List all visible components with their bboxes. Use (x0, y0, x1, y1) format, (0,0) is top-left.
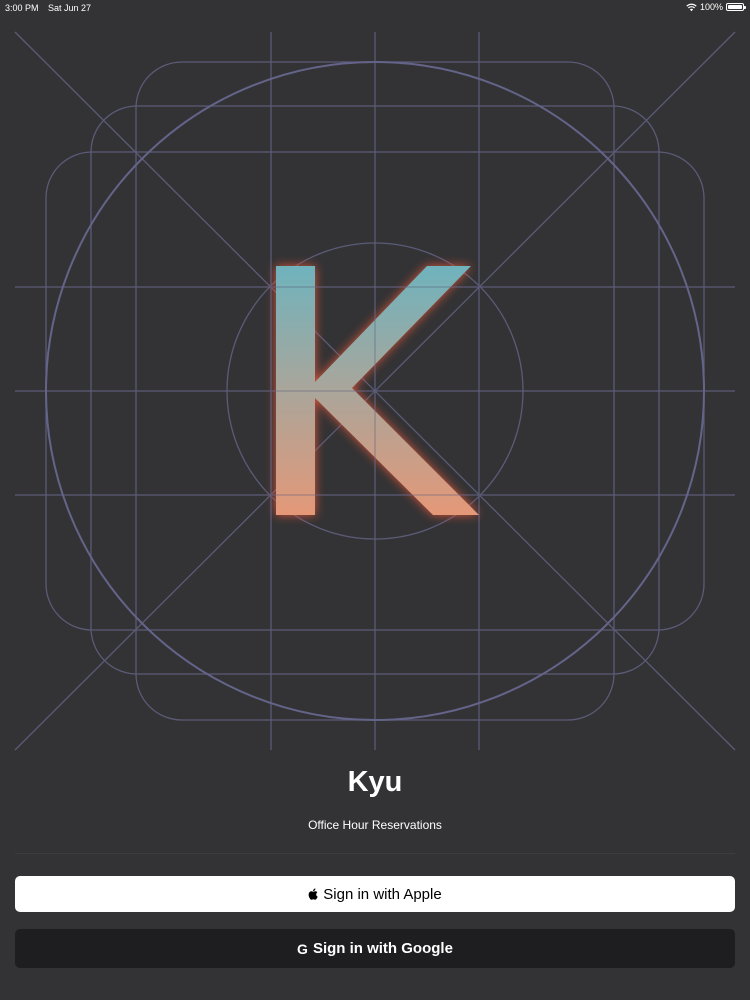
sign-in-screen: 3:00 PM Sat Jun 27 100% Kyu Office Hour … (0, 0, 750, 1000)
apple-button-label: Sign in with Apple (323, 885, 442, 903)
sign-in-with-google-button[interactable]: G Sign in with Google (15, 929, 735, 968)
google-button-label: Sign in with Google (312, 940, 453, 957)
app-title: Kyu (347, 766, 403, 798)
google-g-icon: G (297, 940, 308, 957)
app-subtitle: Office Hour Reservations (308, 818, 442, 832)
k-logo (270, 266, 480, 515)
divider (15, 853, 735, 854)
apple-icon (308, 888, 318, 900)
logo-construction-grid (14, 31, 736, 751)
sign-in-with-apple-button[interactable]: Sign in with Apple (15, 876, 735, 912)
